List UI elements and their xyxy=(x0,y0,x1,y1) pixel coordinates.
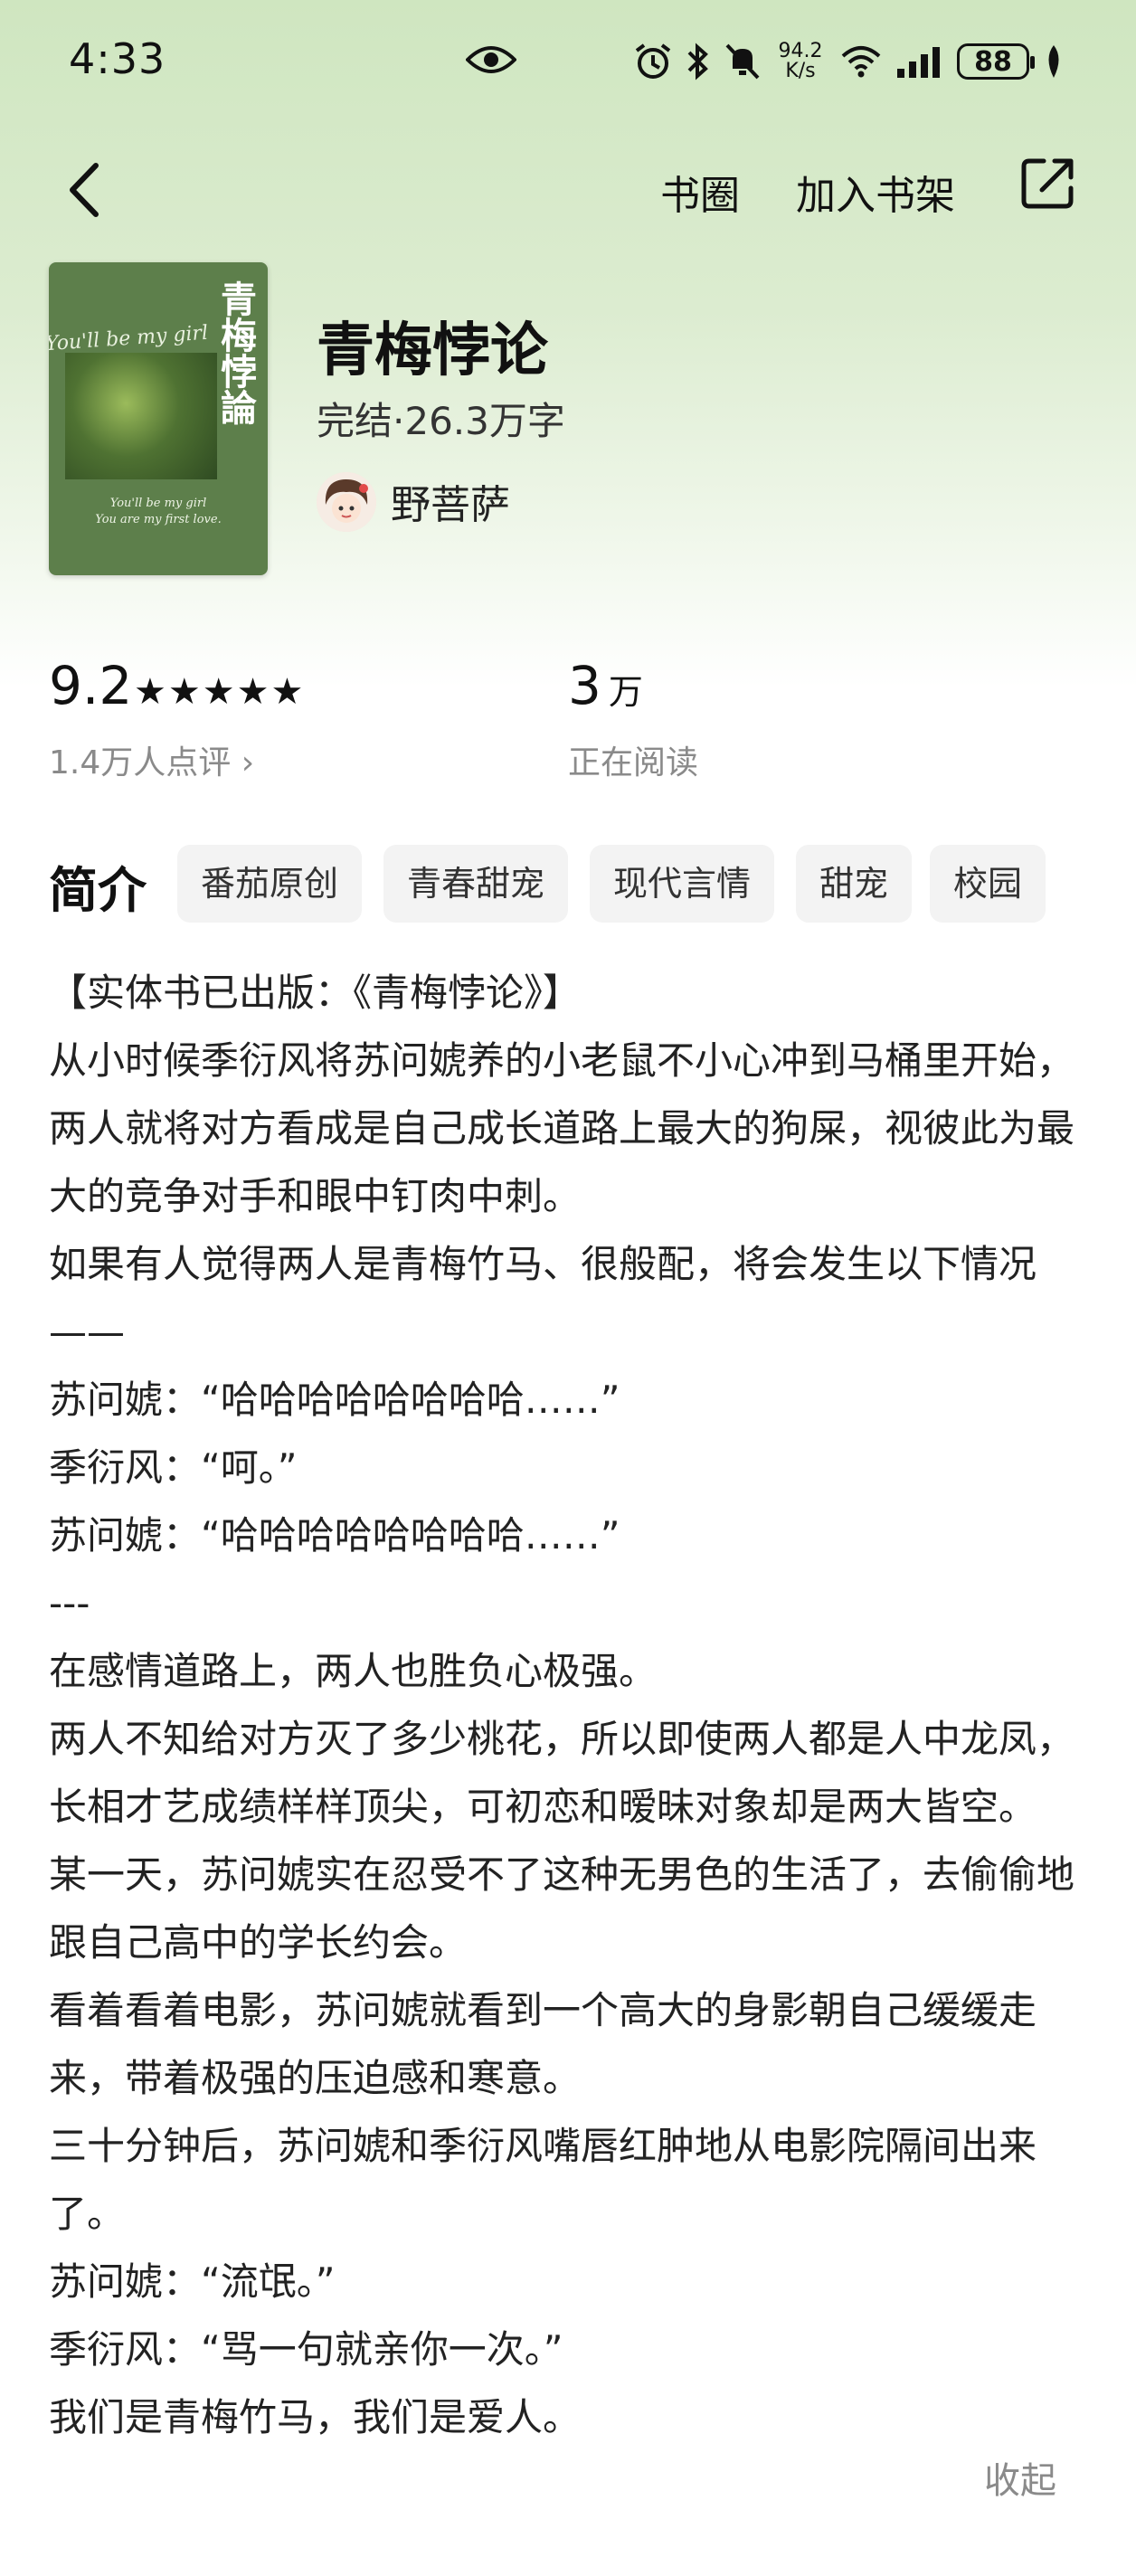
review-count-link[interactable]: 1.4万人点评 › xyxy=(49,736,254,783)
tag-chip[interactable]: 番茄原创 xyxy=(177,845,363,923)
readers-number: 3 xyxy=(568,655,601,716)
readers-count: 3万 xyxy=(568,655,643,716)
status-time: 4:33 xyxy=(69,34,166,83)
cover-caption-line: You are my first love. xyxy=(95,513,222,526)
readers-unit: 万 xyxy=(608,672,643,712)
cover-title: 青梅悖論 xyxy=(214,280,257,425)
alarm-icon xyxy=(635,43,671,79)
tag-chip[interactable]: 校园 xyxy=(930,845,1046,923)
description-paragraph: 两人不知给对方灭了多少桃花，所以即使两人都是人中龙凤，长相才艺成绩样样顶尖，可初… xyxy=(49,1717,1075,1829)
description-paragraph: --- xyxy=(49,1581,90,1625)
intro-label: 简介 xyxy=(49,862,147,919)
description-paragraph: 【实体书已出版：《青梅悖论》】 xyxy=(49,971,582,1015)
cover-caption-line: You'll be my girl xyxy=(109,497,207,510)
author-name[interactable]: 野菩萨 xyxy=(391,472,510,530)
status-icons: 94.2 K/s 88 xyxy=(633,34,1065,89)
leaf-icon xyxy=(1048,45,1059,78)
author-avatar-image xyxy=(317,472,376,532)
description-paragraph: 某一天，苏问婋实在忍受不了这种无男色的生活了，去偷偷地跟自己高中的学长约会。 xyxy=(49,1852,1075,1965)
book-description: 【实体书已出版：《青梅悖论》】 从小时候季衍风将苏问婋养的小老鼠不小心冲到马桶里… xyxy=(49,959,1080,2451)
net-speed: 94.2 K/s xyxy=(774,42,827,81)
cover-caption: You'll be my girl You are my first love. xyxy=(49,496,268,528)
net-speed-value: 94.2 xyxy=(778,40,823,62)
description-paragraph: 如果有人觉得两人是青梅竹马、很般配，将会发生以下情况—— xyxy=(49,1242,1037,1354)
description-paragraph: 季衍风：“骂一句就亲你一次。” xyxy=(49,2327,563,2372)
readers-label: 正在阅读 xyxy=(568,744,699,781)
mute-icon xyxy=(725,43,760,80)
book-cover[interactable]: You'll be my girl 青梅悖論 You'll be my girl… xyxy=(49,262,268,575)
wifi-icon xyxy=(841,46,881,78)
book-meta: 完结·26.3万字 xyxy=(317,399,565,443)
top-nav: 书圈 加入书架 xyxy=(0,145,1136,235)
rating-score: 9.2 xyxy=(49,655,133,716)
book-circle-link[interactable]: 书圈 xyxy=(660,163,740,221)
bluetooth-icon xyxy=(687,43,708,80)
add-to-shelf-button[interactable]: 加入书架 xyxy=(796,163,955,221)
net-speed-unit: K/s xyxy=(785,60,816,82)
description-paragraph: 苏问婋：“哈哈哈哈哈哈哈哈……” xyxy=(49,1378,620,1422)
description-paragraph: 从小时候季衍风将苏问婋养的小老鼠不小心冲到马桶里开始，两人就将对方看成是自己成长… xyxy=(49,1038,1075,1218)
description-paragraph: 三十分钟后，苏问婋和季衍风嘴唇红肿地从电影院隔间出来了。 xyxy=(49,2124,1037,2236)
collapse-button[interactable]: 收起 xyxy=(984,2451,1056,2504)
description-paragraph: 我们是青梅竹马，我们是爱人。 xyxy=(49,2395,582,2439)
description-paragraph: 在感情道路上，两人也胜负心极强。 xyxy=(49,1649,658,1693)
cover-illustration xyxy=(65,353,217,479)
rating-stars: ★★★★★ xyxy=(134,671,306,713)
description-paragraph: 季衍风：“呵。” xyxy=(49,1445,298,1490)
description-paragraph: 苏问婋：“哈哈哈哈哈哈哈哈……” xyxy=(49,1513,620,1558)
avatar[interactable] xyxy=(317,472,376,532)
tag-chip[interactable]: 现代言情 xyxy=(590,845,775,923)
signal-icon xyxy=(897,47,940,78)
eye-icon xyxy=(466,46,516,73)
share-icon[interactable] xyxy=(1020,156,1076,212)
cover-script-text: You'll be my girl xyxy=(49,321,209,356)
book-title: 青梅悖论 xyxy=(317,317,548,384)
status-bar: 4:33 94.2 K/s 88 xyxy=(0,0,1136,127)
description-paragraph: 看着看着电影，苏问婋就看到一个高大的身影朝自己缓缓走来，带着极强的压迫感和寒意。 xyxy=(49,1988,1037,2100)
battery-indicator: 88 xyxy=(957,43,1035,80)
chevron-left-icon[interactable] xyxy=(63,158,109,222)
description-paragraph: 苏问婋：“流氓。” xyxy=(49,2259,336,2304)
tag-chip[interactable]: 甜宠 xyxy=(796,845,913,923)
tag-chip[interactable]: 青春甜宠 xyxy=(383,845,569,923)
